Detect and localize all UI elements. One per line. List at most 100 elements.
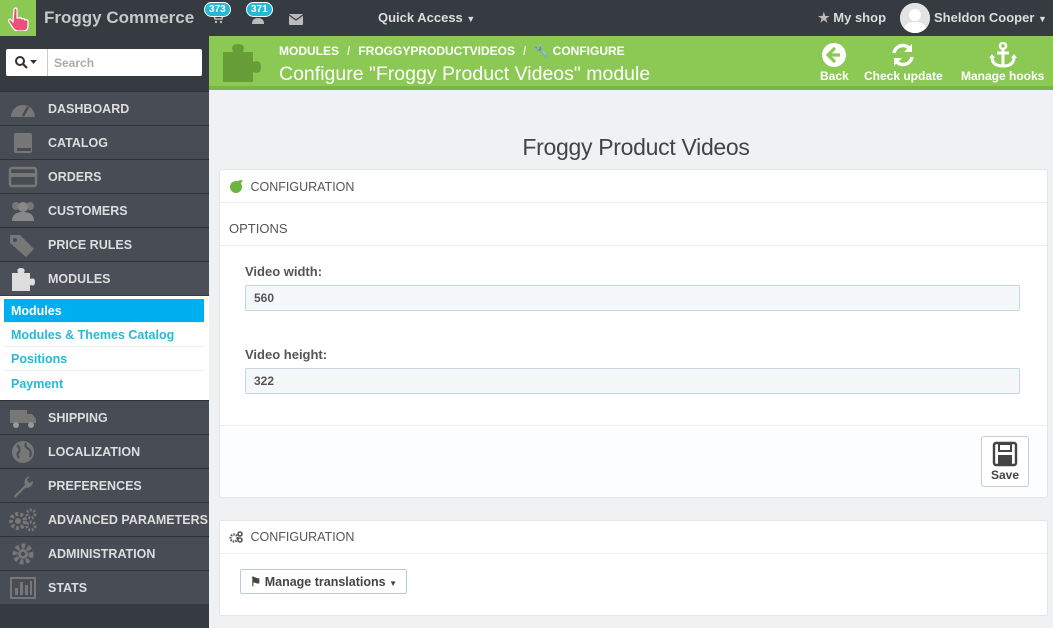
caret-down-icon: ▼ (466, 14, 476, 24)
top-bar: Froggy Commerce 373 371 Quick Access ▼ ★… (0, 0, 1053, 36)
logo[interactable] (0, 0, 36, 36)
sidebar-item-localization[interactable]: LOCALIZATION (0, 434, 209, 468)
caret-down-icon: ▼ (389, 579, 397, 588)
user-name: Sheldon Cooper (934, 10, 1035, 25)
quick-access-dropdown[interactable]: Quick Access ▼ (378, 10, 475, 25)
credit-card-icon (8, 166, 38, 188)
submenu-item-payment[interactable]: Payment (4, 372, 204, 396)
star-icon: ★ (818, 10, 830, 25)
translations-panel: CONFIGURATION ⚑ Manage translations ▼ (219, 520, 1048, 616)
sidebar-item-label: CATALOG (48, 136, 108, 150)
arrow-circle-left-icon (822, 43, 847, 67)
check-update-label: Check update (864, 69, 943, 83)
panel-heading: CONFIGURATION (220, 170, 1047, 203)
hand-pointer-icon (8, 7, 29, 31)
module-heading: Froggy Product Videos (522, 134, 750, 160)
wrench-icon (14, 476, 33, 498)
wrench-icon: 🔧 (534, 44, 550, 58)
tags-icon (10, 235, 34, 257)
sidebar-item-shipping[interactable]: SHIPPING (0, 400, 209, 434)
sidebar-item-stats[interactable]: STATS (0, 570, 209, 604)
sidebar-item-dashboard[interactable]: DASHBOARD (0, 91, 209, 125)
sidebar-item-label: ADMINISTRATION (48, 547, 156, 561)
refresh-icon (892, 43, 915, 67)
globe-icon (12, 441, 34, 463)
breadcrumb: MODULES / FROGGYPRODUCTVIDEOS / 🔧 CONFIGURE (279, 44, 625, 58)
submenu-item-modules[interactable]: Modules (4, 299, 204, 323)
puzzle-icon (223, 44, 261, 82)
brand-name[interactable]: Froggy Commerce (44, 8, 194, 28)
my-shop-label: My shop (833, 10, 887, 25)
back-label: Back (820, 69, 849, 83)
video-width-input[interactable] (245, 285, 1020, 311)
manage-hooks-button[interactable]: Manage hooks (961, 42, 1044, 83)
bar-chart-icon (10, 577, 36, 599)
sidebar-item-label: SHIPPING (48, 411, 108, 425)
sidebar-item-orders[interactable]: ORDERS (0, 159, 209, 193)
sidebar-item-label: PRICE RULES (48, 238, 133, 252)
puzzle-icon (12, 268, 35, 291)
search-type-button[interactable] (6, 49, 48, 76)
leaf-icon (230, 180, 243, 193)
users-icon (12, 202, 34, 221)
sidebar-item-label: ADVANCED PARAMETERS (48, 513, 208, 527)
sidebar-item-catalog[interactable]: CATALOG (0, 125, 209, 159)
submenu-item-modules-themes-catalog[interactable]: Modules & Themes Catalog (4, 323, 204, 347)
save-label: Save (990, 468, 1020, 482)
flag-icon: ⚑ (250, 575, 262, 589)
panel-footer: Save (220, 425, 1047, 496)
sidebar-item-label: LOCALIZATION (48, 445, 141, 459)
panel-heading-label: CONFIGURATION (250, 180, 355, 194)
customers-badge: 371 (246, 2, 273, 17)
panel-heading-label: CONFIGURATION (250, 530, 355, 544)
sidebar-item-advanced-parameters[interactable]: ADVANCED PARAMETERS (0, 502, 209, 536)
options-heading: OPTIONS (229, 221, 288, 236)
anchor-icon (988, 42, 1017, 68)
cart-badge: 373 (204, 2, 231, 17)
cogs-icon (229, 531, 243, 543)
search-box (6, 49, 202, 76)
sidebar-item-customers[interactable]: CUSTOMERS (0, 193, 209, 227)
dashboard-icon (11, 105, 35, 117)
divider (220, 245, 1047, 246)
sidebar-item-preferences[interactable]: PREFERENCES (0, 468, 209, 502)
my-shop-link[interactable]: ★ My shop (818, 10, 886, 26)
manage-translations-button[interactable]: ⚑ Manage translations ▼ (240, 569, 407, 594)
manage-translations-label: Manage translations (264, 575, 386, 589)
video-height-label: Video height: (245, 347, 328, 362)
sidebar-item-label: CUSTOMERS (48, 204, 128, 218)
sidebar: DASHBOARD CATALOG ORDERS CUSTOMERS PRICE… (0, 36, 209, 628)
save-button[interactable]: Save (981, 436, 1029, 487)
sidebar-item-price-rules[interactable]: PRICE RULES (0, 227, 209, 261)
messages-notification[interactable] (288, 12, 304, 30)
cart-notification[interactable]: 373 (204, 2, 231, 29)
manage-hooks-label: Manage hooks (961, 69, 1045, 83)
back-button[interactable]: Back (820, 42, 849, 83)
submenu-item-positions[interactable]: Positions (4, 347, 204, 371)
save-icon (992, 441, 1018, 467)
page-title: Configure "Froggy Product Videos" module (279, 63, 651, 85)
user-avatar-icon (900, 3, 930, 33)
breadcrumb-module-name[interactable]: FROGGYPRODUCTVIDEOS (358, 44, 515, 58)
book-icon (14, 133, 32, 153)
search-icon (15, 56, 37, 69)
sidebar-item-label: MODULES (48, 272, 111, 286)
sidebar-item-administration[interactable]: ADMINISTRATION (0, 536, 209, 570)
sidebar-item-modules[interactable]: MODULES (0, 261, 209, 295)
user-menu[interactable]: Sheldon Cooper ▼ (934, 10, 1047, 25)
search-input[interactable] (54, 49, 194, 76)
caret-down-icon: ▼ (1038, 14, 1047, 24)
page-header: MODULES / FROGGYPRODUCTVIDEOS / 🔧 CONFIGURE … (209, 36, 1053, 90)
modules-submenu: Modules Modules & Themes Catalog Positio… (0, 296, 209, 401)
breadcrumb-modules[interactable]: MODULES (279, 44, 339, 58)
customers-notification[interactable]: 371 (246, 2, 273, 29)
sidebar-item-label: ORDERS (48, 170, 102, 184)
cog-icon (12, 543, 34, 565)
envelope-icon (288, 14, 304, 25)
check-update-button[interactable]: Check update (864, 42, 943, 83)
breadcrumb-configure: CONFIGURE (552, 44, 625, 58)
video-height-input[interactable] (245, 368, 1020, 394)
sidebar-item-label: PREFERENCES (48, 479, 142, 493)
avatar[interactable] (900, 3, 930, 33)
sidebar-item-label: STATS (48, 581, 88, 595)
